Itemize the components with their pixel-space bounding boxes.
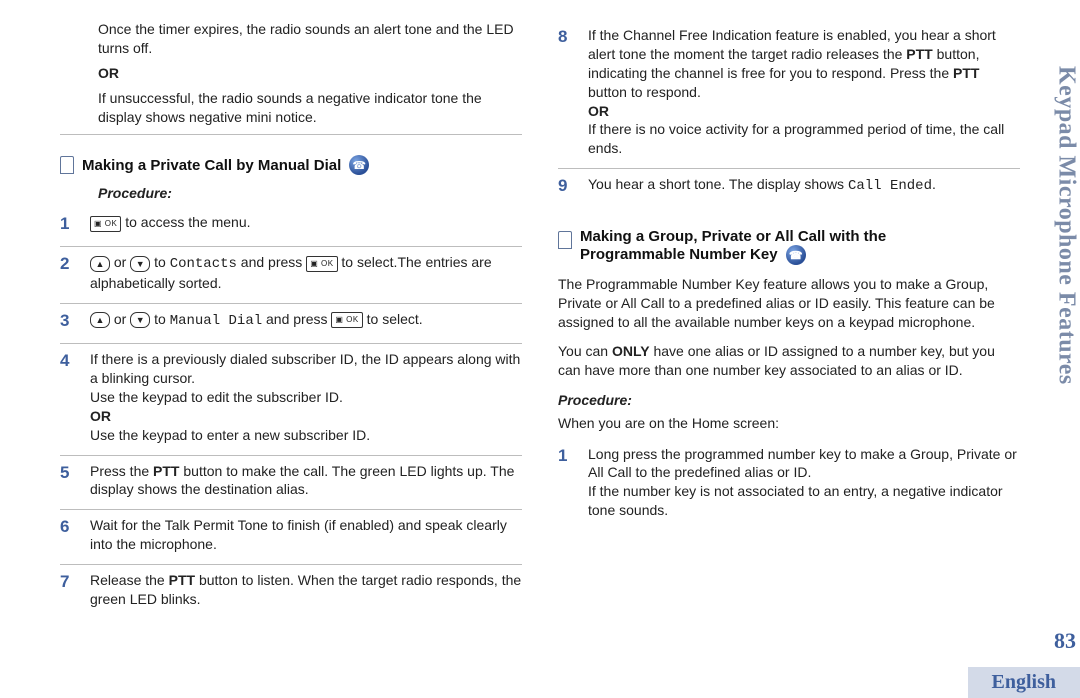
up-key-icon: ▲ [90,256,110,272]
step-body: Long press the programmed number key to … [588,445,1020,521]
list-item: 6 Wait for the Talk Permit Tone to finis… [60,510,522,565]
procedure-list: 1 Long press the programmed number key t… [558,439,1020,531]
step-number: 4 [60,350,76,444]
paragraph: The Programmable Number Key feature allo… [558,275,1020,332]
step-body: You hear a short tone. The display shows… [588,175,1020,198]
section-heading: Making a Private Call by Manual Dial ☎ [60,155,522,175]
heading-text: Making a Group, Private or All Call with… [580,228,980,265]
list-item: 5 Press the PTT button to make the call.… [60,456,522,511]
note-icon [60,156,74,174]
down-key-icon: ▼ [130,256,150,272]
step-number: 3 [60,310,76,333]
intro-text: If unsuccessful, the radio sounds a nega… [98,89,522,127]
ok-key-icon: ▣ OK [331,312,362,328]
list-item: 1 ▣ OK to access the menu. [60,207,522,247]
list-item: 9 You hear a short tone. The display sho… [558,169,1020,208]
side-tab: Keypad Microphone Features [1052,56,1080,388]
list-item: 1 Long press the programmed number key t… [558,439,1020,531]
step-number: 2 [60,253,76,293]
intro-text: Once the timer expires, the radio sounds… [98,20,522,58]
procedure-list-continued: 8 If the Channel Free Indication feature… [558,20,1020,208]
list-item: 3 ▲ or ▼ to Manual Dial and press ▣ OK t… [60,304,522,344]
list-item: 8 If the Channel Free Indication feature… [558,20,1020,169]
step-body: ▲ or ▼ to Contacts and press ▣ OK to sel… [90,253,522,293]
or-label: OR [98,64,522,83]
note-icon [558,231,572,249]
language-tab: English [968,667,1080,698]
step-body: Wait for the Talk Permit Tone to finish … [90,516,522,554]
down-key-icon: ▼ [130,312,150,328]
list-item: 4 If there is a previously dialed subscr… [60,344,522,455]
step-number: 7 [60,571,76,609]
step-number: 1 [558,445,574,521]
section-heading: Making a Group, Private or All Call with… [558,228,1020,265]
ok-key-icon: ▣ OK [90,216,121,232]
separator [60,134,522,135]
ok-key-icon: ▣ OK [306,256,337,272]
side-tab-label: Keypad Microphone Features [1053,66,1080,385]
or-label: OR [588,103,609,119]
step-body: ▣ OK to access the menu. [90,213,522,236]
heading-text: Making a Private Call by Manual Dial [82,157,341,174]
list-item: 2 ▲ or ▼ to Contacts and press ▣ OK to s… [60,247,522,304]
step-body: ▲ or ▼ to Manual Dial and press ▣ OK to … [90,310,522,333]
paragraph: You can ONLY have one alias or ID assign… [558,342,1020,380]
procedure-note: When you are on the Home screen: [558,414,1020,433]
phone-feature-icon: ☎ [349,155,369,175]
right-column: 8 If the Channel Free Indication feature… [558,20,1020,619]
phone-feature-icon: ☎ [786,245,806,265]
step-number: 1 [60,213,76,236]
step-number: 5 [60,462,76,500]
page-body: Once the timer expires, the radio sounds… [60,20,1020,619]
step-number: 9 [558,175,574,198]
up-key-icon: ▲ [90,312,110,328]
page-number: 83 [1054,628,1076,654]
step-number: 8 [558,26,574,158]
list-item: 7 Release the PTT button to listen. When… [60,565,522,619]
procedure-list: 1 ▣ OK to access the menu. 2 ▲ or ▼ to C… [60,207,522,618]
procedure-label: Procedure: [98,185,522,201]
procedure-label: Procedure: [558,392,1020,408]
left-column: Once the timer expires, the radio sounds… [60,20,522,619]
or-label: OR [90,408,111,424]
step-body: If there is a previously dialed subscrib… [90,350,522,444]
step-body: If the Channel Free Indication feature i… [588,26,1020,158]
step-body: Release the PTT button to listen. When t… [90,571,522,609]
step-number: 6 [60,516,76,554]
step-body: Press the PTT button to make the call. T… [90,462,522,500]
